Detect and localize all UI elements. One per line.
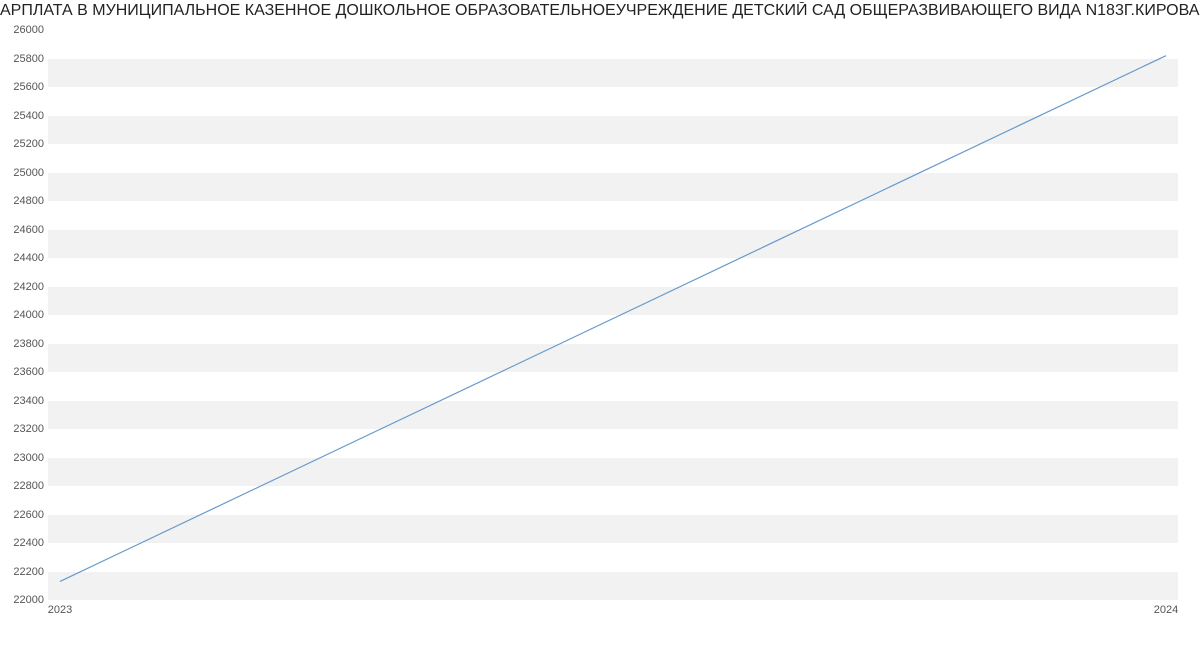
x-tick-label: 2024 bbox=[1154, 604, 1178, 616]
series-line bbox=[60, 56, 1166, 582]
y-tick-label: 23400 bbox=[4, 395, 44, 407]
y-tick-label: 23000 bbox=[4, 452, 44, 464]
y-tick-label: 25200 bbox=[4, 138, 44, 150]
y-tick-label: 25800 bbox=[4, 53, 44, 65]
y-tick-label: 26000 bbox=[4, 24, 44, 36]
y-tick-label: 25000 bbox=[4, 167, 44, 179]
y-tick-label: 22600 bbox=[4, 509, 44, 521]
y-tick-label: 23600 bbox=[4, 366, 44, 378]
line-layer bbox=[48, 30, 1178, 600]
y-tick-label: 22800 bbox=[4, 480, 44, 492]
x-tick-label: 2023 bbox=[48, 604, 72, 616]
y-tick-label: 24400 bbox=[4, 252, 44, 264]
y-tick-label: 22000 bbox=[4, 594, 44, 606]
y-tick-label: 25600 bbox=[4, 81, 44, 93]
chart-container: АРПЛАТА В МУНИЦИПАЛЬНОЕ КАЗЕННОЕ ДОШКОЛЬ… bbox=[0, 0, 1200, 650]
y-tick-label: 22200 bbox=[4, 566, 44, 578]
y-tick-label: 23800 bbox=[4, 338, 44, 350]
y-tick-label: 24600 bbox=[4, 224, 44, 236]
y-tick-label: 25400 bbox=[4, 110, 44, 122]
y-tick-label: 23200 bbox=[4, 423, 44, 435]
y-tick-label: 24800 bbox=[4, 195, 44, 207]
y-tick-label: 24200 bbox=[4, 281, 44, 293]
plot-area bbox=[48, 30, 1178, 600]
y-tick-label: 22400 bbox=[4, 537, 44, 549]
chart-title: АРПЛАТА В МУНИЦИПАЛЬНОЕ КАЗЕННОЕ ДОШКОЛЬ… bbox=[0, 2, 1200, 20]
y-tick-label: 24000 bbox=[4, 309, 44, 321]
